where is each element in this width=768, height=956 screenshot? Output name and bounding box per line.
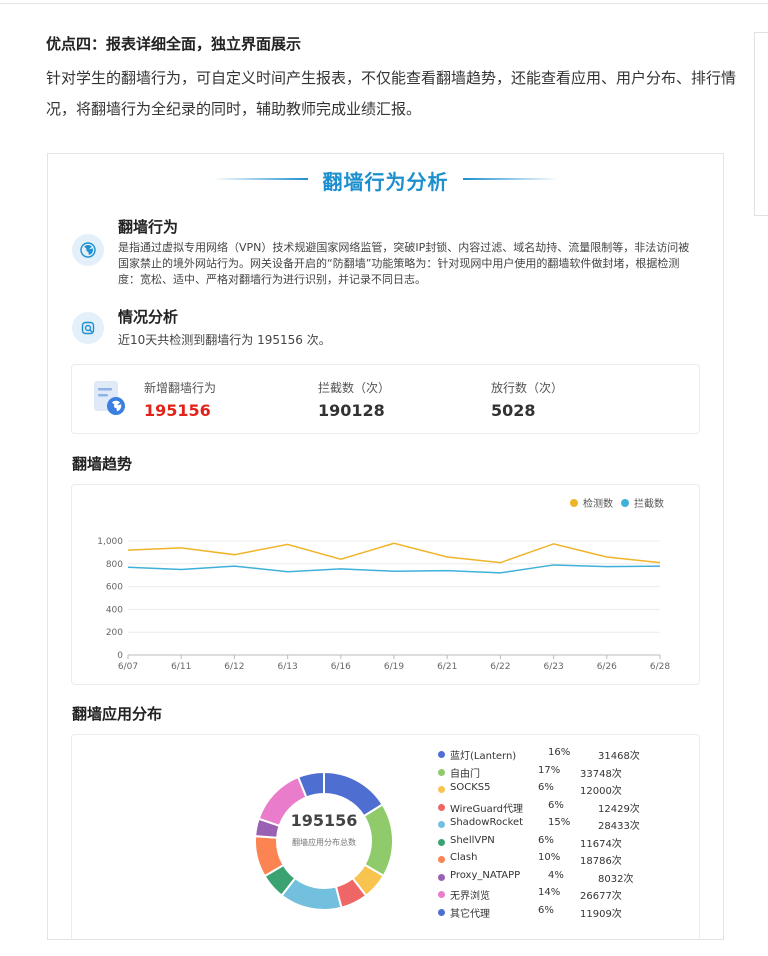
app-legend-swatch [438, 908, 445, 916]
app-name: 其它代理 [450, 908, 490, 920]
app-percent: 15% [548, 817, 571, 828]
stats-panel: 新增翻墙行为 195156 拦截数（次） 190128 放行数（次） 5028 [71, 364, 700, 434]
x-tick-label: 6/22 [490, 662, 510, 672]
stat-label-new: 新增翻墙行为 [144, 381, 217, 395]
app-legend-swatch [438, 751, 445, 758]
report-banner: 翻墙行为分析 [48, 166, 723, 195]
x-tick-label: 6/11 [171, 662, 191, 672]
app-count: 18786次 [580, 856, 622, 867]
report-doc-icon [92, 379, 126, 417]
app-name: Proxy_NATAPP [450, 869, 521, 881]
x-tick-label: 6/23 [543, 662, 563, 672]
section-title-behavior: 翻墙行为 [118, 218, 179, 236]
top-divider [0, 3, 768, 4]
stat-label-allowed: 放行数（次） [491, 381, 564, 395]
apps-panel: 195156 翻墙应用分布总数 蓝灯(Lantern) 16% 31468次自由门 1… [71, 734, 700, 939]
y-tick-label: 1,000 [97, 537, 123, 547]
section-text-behavior: 是指通过虚拟专用网络（VPN）技术规避国家网络监管，突破IP封锁、内容过滤、域名… [118, 241, 690, 286]
x-tick-label: 6/16 [331, 662, 351, 672]
app-percent: 16% [548, 747, 571, 758]
y-tick-label: 400 [106, 605, 123, 615]
side-panel-edge [754, 32, 768, 216]
x-tick-label: 6/12 [224, 662, 244, 672]
section-title-analysis: 情况分析 [118, 308, 179, 326]
x-tick-label: 6/19 [384, 662, 404, 672]
x-tick-label: 6/13 [277, 662, 297, 672]
app-name: ShadowRocket [450, 817, 524, 828]
stat-value-allowed: 5028 [491, 401, 536, 420]
stat-value-blocked: 190128 [318, 401, 385, 420]
apps-legend: 蓝灯(Lantern) 16% 31468次自由门 17% 33748次 SOCKS5 6%… [438, 747, 688, 927]
app-name: WireGuard代理 [450, 803, 523, 815]
stat-value-new: 195156 [144, 401, 211, 420]
analysis-icon [72, 312, 104, 344]
app-count: 8032次 [598, 873, 634, 885]
app-count: 31468次 [598, 751, 640, 762]
series-line-detect [127, 542, 661, 564]
y-tick-label: 800 [106, 560, 123, 570]
app-legend-swatch [438, 768, 445, 776]
app-legend-swatch [438, 873, 445, 881]
apps-title: 翻墙应用分布 [72, 705, 163, 723]
app-count: 33748次 [580, 768, 622, 780]
x-tick-label: 6/21 [437, 662, 457, 672]
app-count: 11909次 [580, 908, 622, 920]
app-legend-swatch [438, 786, 445, 793]
trend-title: 翻墙趋势 [72, 455, 133, 473]
app-name: Clash [450, 852, 478, 863]
intro-title: 优点四：报表详细全面，独立界面展示 [46, 35, 302, 53]
x-tick-label: 6/07 [118, 662, 138, 672]
report-card: 翻墙行为分析 翻墙行为 是指通过虚拟专用网络（VPN）技术规避国家网络监管，突破… [47, 153, 724, 940]
app-name: 自由门 [450, 768, 480, 780]
x-tick-label: 6/28 [650, 662, 670, 672]
app-count: 12000次 [580, 786, 622, 797]
app-percent: 17% [538, 764, 561, 776]
app-count: 12429次 [598, 803, 640, 815]
app-count: 26677次 [580, 891, 622, 902]
y-tick-label: 600 [106, 583, 123, 593]
y-tick-label: 0 [117, 651, 123, 661]
app-name: 无界浏览 [450, 891, 490, 902]
stat-label-blocked: 拦截数（次） [318, 381, 391, 395]
trend-panel: 检测数 拦截数 0 200 400 600 800 1,000 6/07 6/11 6/12 6/… [71, 484, 700, 685]
section-text-analysis: 近10天共检测到翻墙行为 195156 次。 [118, 333, 331, 347]
app-legend-swatch [438, 838, 445, 846]
series-line-block [127, 564, 661, 574]
intro-text: 针对学生的翻墙行为，可自定义时间产生报表，不仅能查看翻墙趋势，还能查看应用、用户… [46, 69, 737, 118]
app-percent: 6% [548, 799, 564, 811]
app-percent: 6% [538, 834, 554, 846]
x-tick-label: 6/26 [597, 662, 617, 672]
donut-caption: 翻墙应用分布总数 [292, 838, 356, 847]
app-legend-swatch [438, 821, 445, 828]
app-name: 蓝灯(Lantern) [450, 751, 517, 762]
app-percent: 4% [548, 869, 564, 881]
trend-chart: 0 200 400 600 800 1,000 6/07 6/11 6/12 6/13 6/16 6/… [97, 537, 670, 672]
intro-section: 优点四：报表详细全面，独立界面展示 针对学生的翻墙行为，可自定义时间产生报表，不… [46, 34, 736, 125]
app-percent: 10% [538, 852, 561, 863]
y-tick-label: 200 [106, 628, 123, 638]
app-percent: 14% [538, 887, 561, 898]
banner-line-left [213, 178, 308, 180]
app-count: 11674次 [580, 838, 622, 850]
app-percent: 6% [538, 904, 554, 916]
app-legend-swatch [438, 856, 445, 863]
app-name: ShellVPN [450, 834, 495, 846]
app-legend-swatch [438, 891, 445, 898]
app-legend-swatch [438, 803, 445, 811]
app-percent: 6% [538, 782, 554, 793]
donut-total: 195156 [290, 811, 358, 830]
app-count: 28433次 [598, 821, 640, 832]
app-name: SOCKS5 [450, 782, 491, 793]
report-title: 翻墙行为分析 [322, 170, 449, 194]
radiation-icon [72, 234, 104, 266]
banner-line-right [463, 178, 558, 180]
